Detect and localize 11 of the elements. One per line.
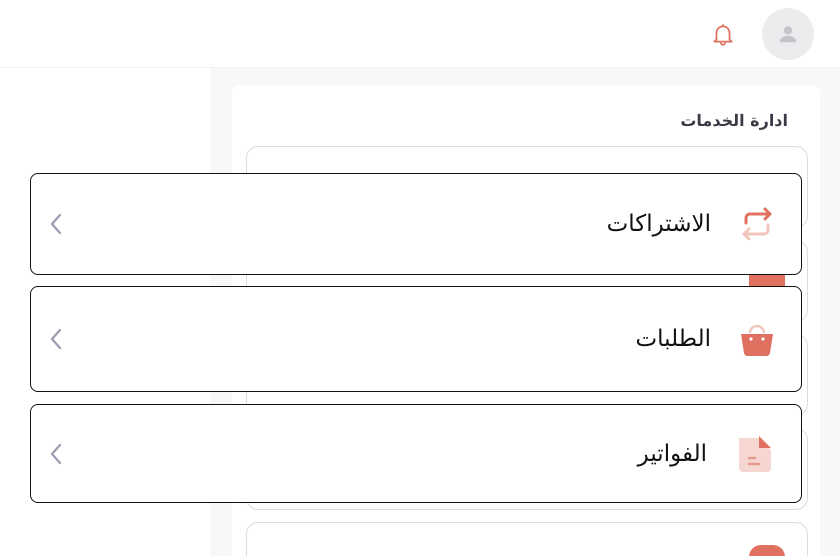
avatar[interactable] (762, 8, 814, 60)
section-title: ادارة الخدمات (679, 111, 789, 130)
service-item[interactable]: الطلبات (30, 286, 802, 392)
service-label: الطلبات (636, 326, 711, 352)
chevron-left-icon (49, 442, 63, 466)
service-label: الفواتير (638, 440, 707, 466)
service-item[interactable]: الفواتير (30, 404, 802, 503)
chevron-left-icon (49, 212, 63, 236)
service-item[interactable]: الاشتراكات (30, 173, 802, 275)
service-label: الاشتراكات (606, 211, 711, 237)
chevron-left-icon (49, 327, 63, 351)
